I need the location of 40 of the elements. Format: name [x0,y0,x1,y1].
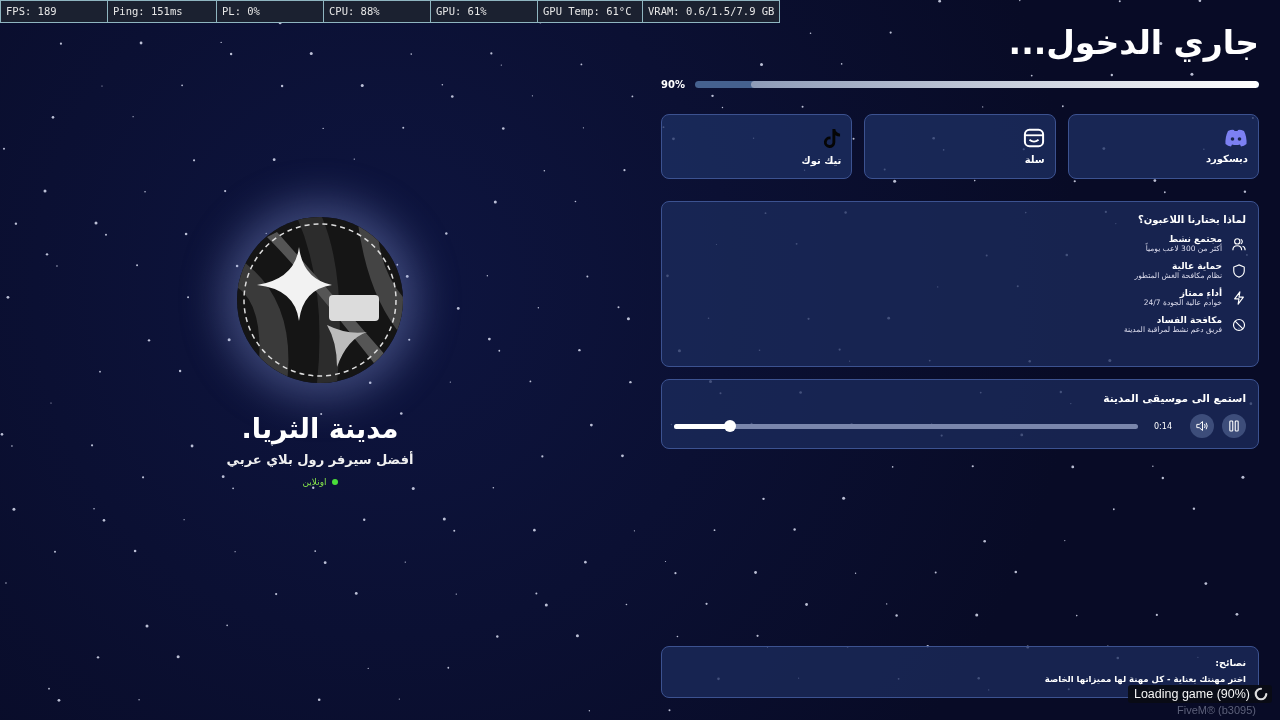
build-label: FiveM® (b3095) [1176,704,1256,716]
seek-thumb[interactable] [723,420,736,432]
link-card[interactable]: سلة [864,114,1056,179]
stat-readout: GPU: 61% [431,0,538,23]
stat-readout: PL: 0% [217,0,324,23]
stat-readout: CPU: 88% [324,0,431,23]
tips-title: نصائح: [1214,657,1246,668]
link-card[interactable]: تيك توك [661,114,853,179]
feature-title: أداء ممتاز [1179,288,1222,298]
server-tagline: أفضل سيرفر رول بلاي عربي [226,452,414,467]
loading-title: جاري الدخول... [1007,22,1259,64]
status-label: اونلاين [302,477,327,487]
spinner-icon [1254,687,1268,701]
server-name: مدينة الثريا. [241,413,399,444]
feature-title: مجتمع نشط [1167,234,1222,244]
stat-readout: FPS: 189 [0,0,108,23]
music-title: استمع الى موسيقى المدينة [1102,392,1246,404]
lightning-icon [1232,290,1246,305]
basket-icon [1022,128,1045,148]
feature-title: مكافحة الفساد [1155,315,1222,325]
music-note-icon [822,127,842,149]
users-icon [1232,236,1246,251]
stat-readout: GPU Temp: 61°C [538,0,643,23]
pause-icon [1229,420,1239,432]
tip-text: اختر مهنتك بعناية - كل مهنة لها مميزاتها الخاصة [1043,674,1246,684]
stat-readout: VRAM: 0.6/1.5/7.9 GB [643,0,781,23]
loading-toast: Loading game (90%) [1127,685,1272,703]
shield-icon [1232,263,1246,278]
progress-percent: 90% [661,79,685,90]
track-time: 0:14 [1154,421,1172,431]
gamepad-icon [1224,129,1248,147]
pause-button[interactable] [1222,414,1246,438]
music-seek-bar[interactable] [674,423,1139,429]
feature-title: حماية عالية [1171,261,1222,271]
speaker-icon [1195,420,1209,432]
volume-button[interactable] [1190,414,1214,438]
stat-readout: Ping: 151ms [108,0,217,23]
link-card[interactable]: ديسكورد [1067,114,1259,179]
features-title: لماذا يختارنا اللاعبون؟ [1136,214,1246,225]
ban-icon [1232,317,1246,332]
